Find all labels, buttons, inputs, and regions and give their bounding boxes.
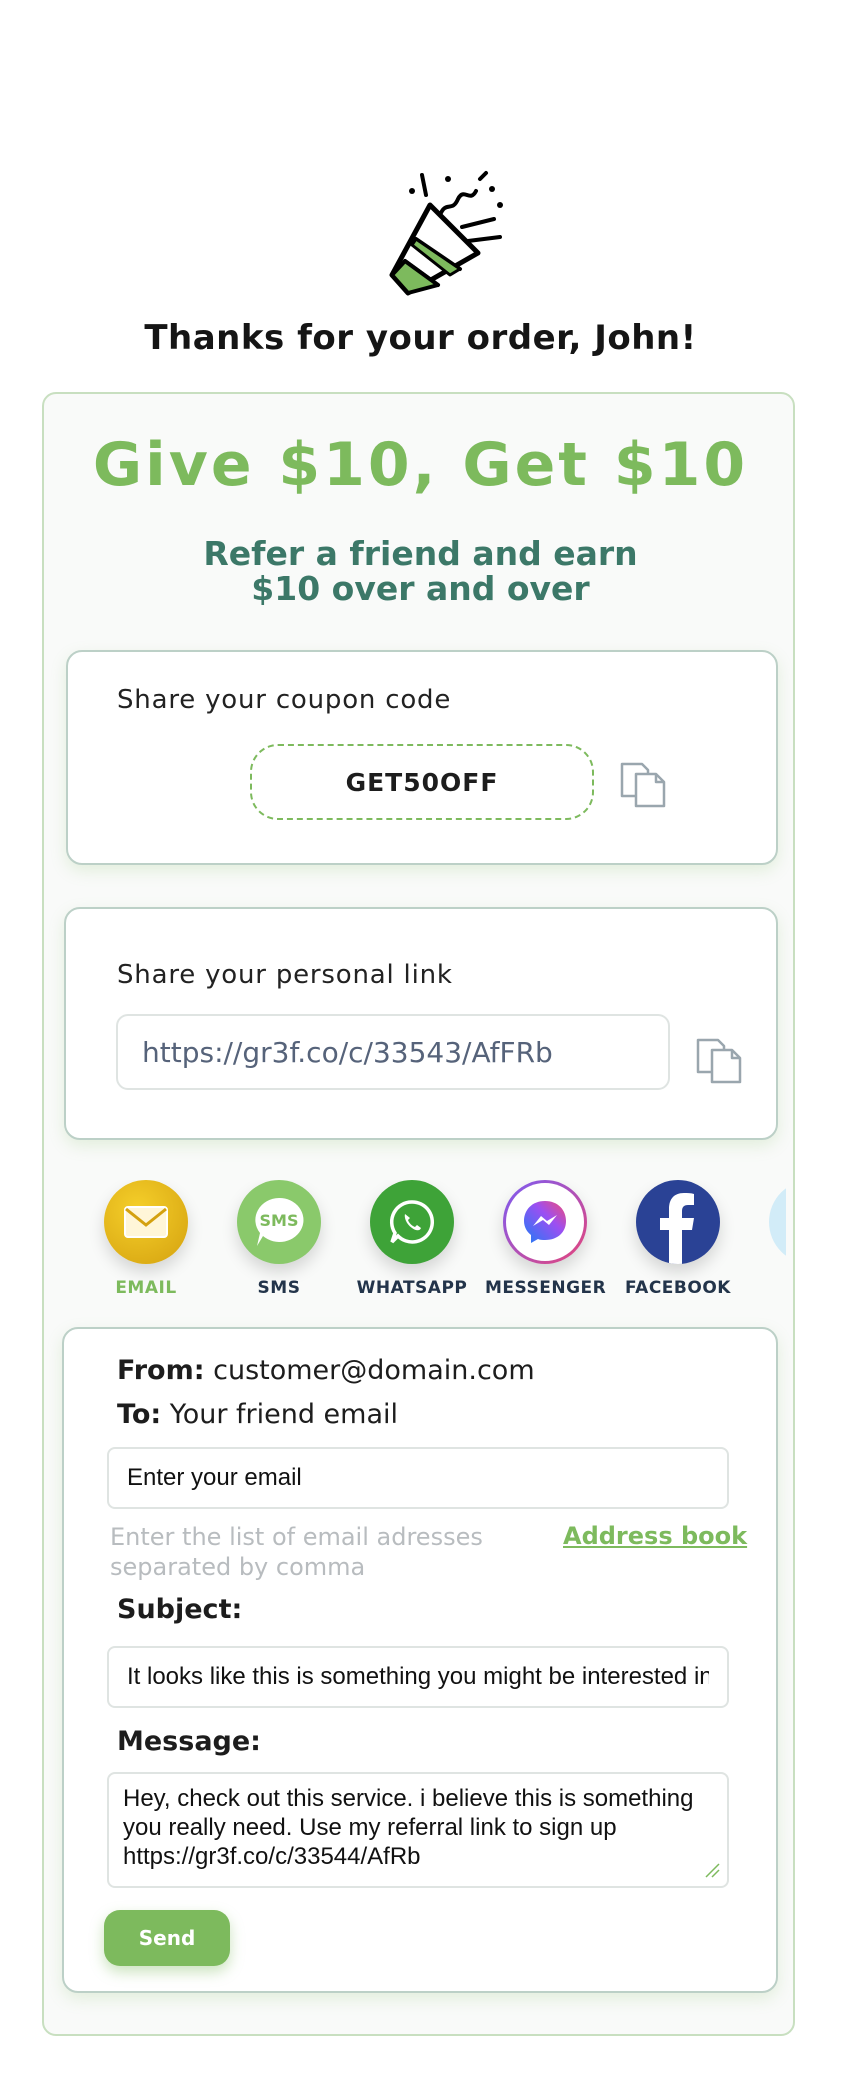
to-row: To: Your friend email	[117, 1399, 398, 1430]
personal-link-label: Share your personal link	[117, 960, 453, 990]
messenger-icon	[524, 1201, 566, 1243]
from-row: From: customer@domain.com	[117, 1355, 535, 1386]
to-value: Your friend email	[169, 1399, 399, 1430]
personal-link-field[interactable]	[116, 1014, 670, 1090]
share-email-label: EMAIL	[115, 1278, 177, 1298]
email-hint: Enter the list of email adresses separat…	[110, 1522, 483, 1582]
sms-bubble-icon: SMS	[255, 1197, 304, 1246]
share-whatsapp-label: WHATSAPP	[356, 1278, 468, 1298]
share-sms-circle: SMS	[237, 1180, 321, 1264]
share-facebook-circle	[636, 1180, 720, 1264]
share-messenger-label: MESSENGER	[485, 1278, 607, 1298]
svg-text:SMS: SMS	[260, 1211, 299, 1230]
address-book-link[interactable]: Address book	[563, 1522, 747, 1550]
share-messenger-circle	[503, 1180, 587, 1264]
share-telegram-button[interactable]	[751, 1180, 786, 1278]
facebook-icon	[660, 1193, 694, 1264]
message-textarea[interactable]: Hey, check out this service. i believe t…	[107, 1772, 729, 1888]
copy-link-icon[interactable]	[694, 1036, 744, 1086]
promo-subline-1: Refer a friend and earn	[203, 534, 638, 573]
share-email-button[interactable]: EMAIL	[86, 1180, 206, 1298]
email-hint-line-2: separated by comma	[110, 1553, 366, 1581]
promo-headline: Give $10, Get $10	[92, 430, 749, 500]
share-buttons-row: EMAIL SMS SMS WHATSAPP MESSENGER FACEBOO…	[86, 1180, 786, 1300]
share-whatsapp-circle	[370, 1180, 454, 1264]
resize-handle-icon[interactable]	[704, 1862, 720, 1878]
promo-subline-2: $10 over and over	[251, 569, 590, 608]
share-sms-label: SMS	[257, 1278, 301, 1298]
subject-label: Subject:	[117, 1594, 243, 1625]
email-hint-line-1: Enter the list of email adresses	[110, 1523, 483, 1551]
party-popper-icon	[389, 171, 503, 296]
message-label: Message:	[117, 1726, 261, 1757]
messenger-inner	[506, 1183, 584, 1261]
promo-subline: Refer a friend and earn $10 over and ove…	[0, 536, 841, 606]
to-label: To:	[117, 1399, 162, 1430]
share-whatsapp-button[interactable]: WHATSAPP	[352, 1180, 472, 1298]
coupon-label: Share your coupon code	[117, 685, 452, 715]
share-email-circle	[104, 1180, 188, 1264]
envelope-icon	[124, 1206, 168, 1238]
coupon-code: GET50OFF	[250, 744, 594, 820]
friend-email-input[interactable]	[107, 1447, 729, 1509]
share-sms-button[interactable]: SMS SMS	[219, 1180, 339, 1298]
send-button[interactable]: Send	[104, 1910, 230, 1966]
share-messenger-button[interactable]: MESSENGER	[485, 1180, 607, 1298]
whatsapp-icon	[389, 1200, 435, 1244]
copy-coupon-icon[interactable]	[618, 760, 668, 810]
share-facebook-button[interactable]: FACEBOOK	[618, 1180, 738, 1298]
order-thanks-heading: Thanks for your order, John!	[144, 318, 697, 358]
share-telegram-circle	[769, 1180, 786, 1264]
from-label: From:	[117, 1355, 205, 1386]
from-value: customer@domain.com	[213, 1355, 535, 1386]
subject-input[interactable]	[107, 1646, 729, 1708]
share-facebook-label: FACEBOOK	[625, 1278, 731, 1298]
